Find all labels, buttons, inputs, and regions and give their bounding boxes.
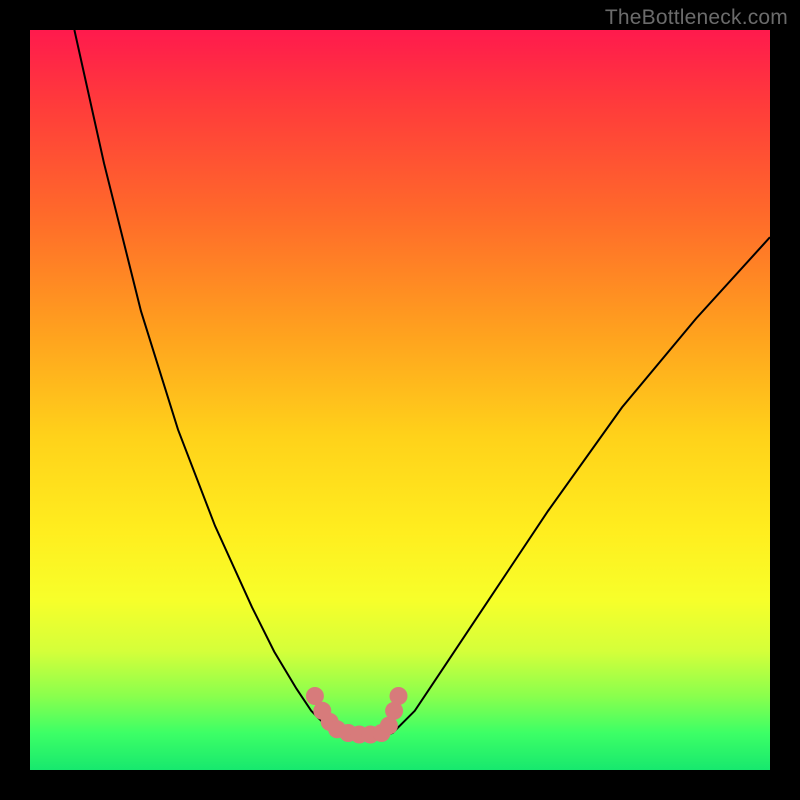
watermark-text: TheBottleneck.com (605, 6, 788, 30)
curve-path (74, 30, 770, 737)
plot-area (30, 30, 770, 770)
bottleneck-curve (74, 30, 770, 737)
trough-marker (390, 687, 408, 705)
trough-markers (306, 687, 408, 744)
chart-frame: TheBottleneck.com (0, 0, 800, 800)
curve-layer (30, 30, 770, 770)
